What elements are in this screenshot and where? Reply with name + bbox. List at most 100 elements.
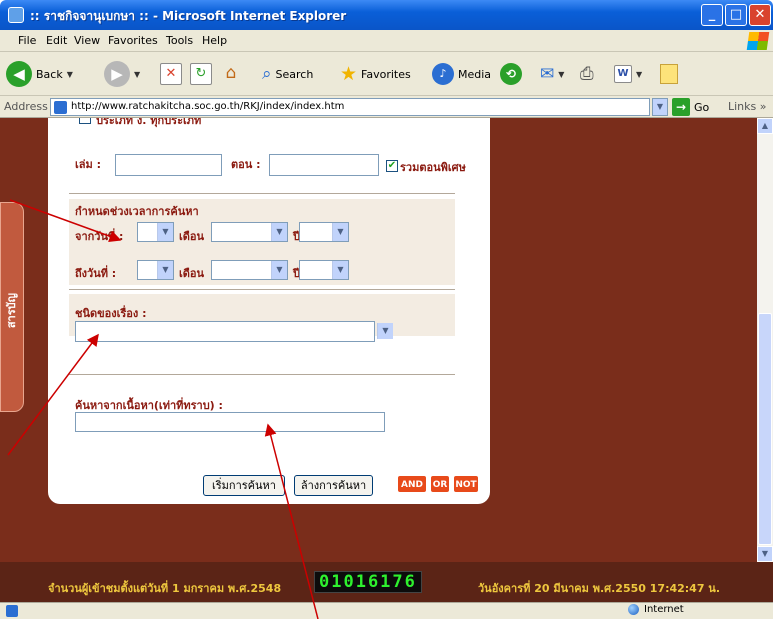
- category-select[interactable]: [75, 321, 375, 342]
- address-bar: Address http://www.ratchakitcha.soc.go.t…: [0, 96, 773, 118]
- period-heading: กำหนดช่วงเวลาการค้นหา: [75, 205, 199, 218]
- print-button[interactable]: ⎙: [580, 60, 594, 88]
- stop-icon: ✕: [160, 63, 182, 85]
- go-button[interactable]: → Go: [672, 98, 709, 116]
- notes-button[interactable]: [660, 60, 678, 88]
- visitor-counter-strip: จำนวนผู้เข้าชมตั้งแต่วันที่ 1 มกราคม พ.ศ…: [0, 562, 773, 602]
- refresh-button[interactable]: ↻: [190, 60, 212, 88]
- history-button[interactable]: ⟲: [500, 60, 522, 88]
- chevron-down-icon: ▼: [377, 323, 393, 339]
- current-date-text: วันอังคารที่ 20 มีนาคม พ.ศ.2550 17:42:47…: [478, 582, 721, 595]
- book-input[interactable]: [115, 154, 222, 176]
- menu-help[interactable]: Help: [202, 34, 227, 47]
- visitor-counter-label: จำนวนผู้เข้าชมตั้งแต่วันที่ 1 มกราคม พ.ศ…: [48, 582, 282, 595]
- chevron-down-icon: ▼: [271, 223, 287, 241]
- menu-favorites[interactable]: Favorites: [108, 34, 158, 47]
- mail-icon: ✉: [540, 64, 555, 84]
- to-date-label: ถึงวันที่ :: [75, 267, 117, 280]
- home-icon: ⌂: [225, 63, 237, 83]
- search-form-panel: ประเภท ง. ทุกประเภท เล่ม : ตอน : ✔ รวมตอ…: [48, 118, 490, 504]
- divider: [69, 193, 455, 194]
- section-label: ตอน :: [231, 158, 261, 171]
- ie-app-icon: [8, 7, 24, 23]
- chevron-down-icon: ▼: [157, 261, 173, 279]
- from-day-select[interactable]: ▼: [137, 222, 174, 242]
- address-url: http://www.ratchakitcha.soc.go.th/RKJ/in…: [71, 101, 345, 112]
- favorites-button[interactable]: ★ Favorites: [340, 60, 411, 88]
- links-label: Links: [728, 100, 757, 113]
- address-label: Address: [4, 100, 48, 113]
- to-month-select[interactable]: ▼: [211, 260, 288, 280]
- maximize-button[interactable]: □: [725, 4, 747, 26]
- from-month-label: เดือน: [179, 230, 205, 243]
- or-button[interactable]: OR: [430, 475, 450, 493]
- home-button[interactable]: ⌂: [220, 60, 242, 88]
- media-button[interactable]: ♪ Media: [432, 60, 491, 88]
- back-arrow-icon: ◀: [6, 61, 32, 87]
- word-icon: W: [614, 65, 632, 83]
- back-label: Back: [36, 67, 63, 81]
- menu-view[interactable]: View: [74, 34, 100, 47]
- from-month-select[interactable]: ▼: [211, 222, 288, 242]
- scroll-thumb[interactable]: [758, 313, 772, 545]
- to-month-label: เดือน: [179, 267, 205, 280]
- start-search-button[interactable]: เริ่มการค้นหา: [203, 475, 285, 496]
- from-date-label: จากวันที่ :: [75, 230, 124, 243]
- to-day-select[interactable]: ▼: [137, 260, 174, 280]
- from-year-select[interactable]: ▼: [299, 222, 349, 242]
- menu-bar: File Edit View Favorites Tools Help: [0, 30, 773, 52]
- content-search-input[interactable]: [75, 412, 385, 432]
- category-dropdown-button[interactable]: ▼: [377, 323, 393, 341]
- internet-globe-icon: [628, 604, 639, 615]
- divider: [69, 289, 455, 290]
- sticky-note-icon: [660, 64, 678, 84]
- address-dropdown-button[interactable]: ▼: [652, 98, 668, 116]
- menu-edit[interactable]: Edit: [46, 34, 67, 47]
- not-button[interactable]: NOT: [453, 475, 479, 493]
- windows-logo-icon: [746, 32, 770, 50]
- toolbar: ◀ Back ▼ ▶ ▼ ✕ ↻ ⌂ ⌕ Search ★ Favorites …: [0, 52, 773, 96]
- special-section-checkbox[interactable]: ✔: [386, 160, 398, 172]
- contents-side-tab[interactable]: สารบัญ: [0, 202, 24, 412]
- address-input[interactable]: http://www.ratchakitcha.soc.go.th/RKJ/in…: [50, 98, 650, 116]
- back-button[interactable]: ◀ Back ▼: [6, 60, 73, 88]
- menu-file[interactable]: File: [18, 34, 36, 47]
- window-title: :: ราชกิจจานุเบกษา :: - Microsoft Intern…: [30, 9, 347, 23]
- scroll-up-button[interactable]: ▲: [757, 118, 773, 134]
- security-zone-label: Internet: [644, 604, 684, 615]
- and-button[interactable]: AND: [397, 475, 427, 493]
- links-button[interactable]: Links »: [728, 100, 767, 113]
- special-section-label: รวมตอนพิเศษ: [400, 161, 466, 174]
- search-button[interactable]: ⌕ Search: [262, 60, 313, 88]
- to-year-select[interactable]: ▼: [299, 260, 349, 280]
- forward-button[interactable]: ▶ ▼: [104, 60, 140, 88]
- page-content: สารบัญ ประเภท ง. ทุกประเภท เล่ม : ตอน : …: [0, 118, 757, 562]
- category-label: ชนิดของเรื่อง :: [75, 307, 147, 320]
- minimize-button[interactable]: _: [701, 4, 723, 26]
- section-input[interactable]: [269, 154, 379, 176]
- type-d-checkbox[interactable]: [79, 118, 91, 124]
- stop-button[interactable]: ✕: [160, 60, 182, 88]
- media-icon: ♪: [432, 63, 454, 85]
- chevron-down-icon: ▼: [332, 223, 348, 241]
- clear-search-button[interactable]: ล้างการค้นหา: [294, 475, 373, 496]
- chevron-down-icon: ▼: [271, 261, 287, 279]
- menu-tools[interactable]: Tools: [166, 34, 193, 47]
- chevron-down-icon: ▼: [332, 261, 348, 279]
- refresh-icon: ↻: [190, 63, 212, 85]
- favorites-label: Favorites: [361, 67, 411, 81]
- window-titlebar: :: ราชกิจจานุเบกษา :: - Microsoft Intern…: [0, 0, 773, 30]
- forward-dropdown-icon: ▼: [134, 69, 141, 79]
- visitor-counter-digits: 01016176: [314, 571, 422, 593]
- go-arrow-icon: →: [672, 98, 690, 116]
- scroll-down-button[interactable]: ▼: [757, 546, 773, 562]
- security-zone: Internet: [628, 604, 684, 615]
- contents-side-tab-label: สารบัญ: [5, 293, 18, 329]
- close-button[interactable]: ✕: [749, 4, 771, 26]
- edit-word-button[interactable]: W ▼: [614, 60, 642, 88]
- back-dropdown-icon: ▼: [66, 69, 73, 79]
- mail-button[interactable]: ✉ ▼: [540, 60, 564, 88]
- vertical-scrollbar[interactable]: ▲ ▼: [757, 118, 773, 562]
- mail-dropdown-icon: ▼: [558, 69, 565, 79]
- divider: [69, 374, 455, 375]
